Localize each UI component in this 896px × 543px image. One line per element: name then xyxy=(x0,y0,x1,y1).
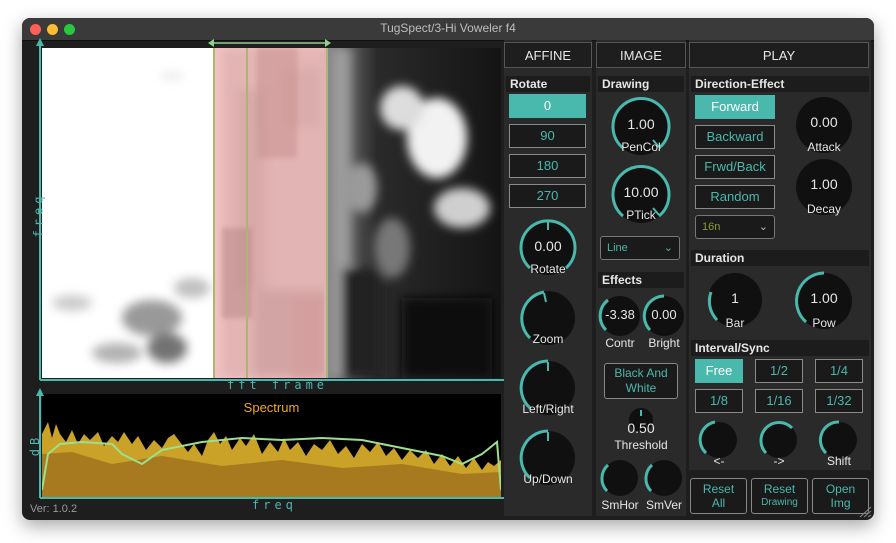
black-and-white-button[interactable]: Black And White xyxy=(604,363,678,399)
interval-eighth-button[interactable]: 1/8 xyxy=(695,389,743,413)
rotate-section-label: Rotate xyxy=(506,76,590,92)
pencol-knob[interactable]: 1.00 PenCol xyxy=(610,96,672,158)
drawing-section-label: Drawing xyxy=(598,76,684,92)
image-panel: IMAGE Drawing 1.00 PenCol 10.00 PTick Li… xyxy=(596,40,686,516)
left-right-knob[interactable]: Left/Right xyxy=(518,358,578,420)
interval-sync-section-label: Interval/Sync xyxy=(691,340,869,356)
duration-section-label: Duration xyxy=(691,250,869,266)
direction-section-label: Direction-Effect xyxy=(691,76,869,92)
window-title: TugSpect/3-Hi Voweler f4 xyxy=(380,21,516,35)
rotate-90-button[interactable]: 90 xyxy=(509,124,586,148)
threshold-knob[interactable]: 0.50 Threshold xyxy=(610,406,672,452)
rotate-180-button[interactable]: 180 xyxy=(509,154,586,178)
chevron-down-icon: ⌄ xyxy=(758,221,768,233)
forward-button[interactable]: Forward xyxy=(695,95,775,119)
shift-left-knob[interactable]: <- xyxy=(695,420,743,470)
app-window: TugSpect/3-Hi Voweler f4 freq fft frame … xyxy=(22,18,874,520)
play-panel: PLAY Direction-Effect Forward Backward F… xyxy=(689,40,871,470)
backward-button[interactable]: Backward xyxy=(695,125,775,149)
bw-button-line1: Black And xyxy=(614,366,668,380)
interval-sixteenth-button[interactable]: 1/16 xyxy=(755,389,803,413)
line-mode-value: Line xyxy=(607,242,628,254)
play-header: PLAY xyxy=(689,42,869,68)
rotate-0-button[interactable]: 0 xyxy=(509,94,586,118)
resize-grip-icon[interactable] xyxy=(858,506,872,518)
affine-header: AFFINE xyxy=(504,42,592,68)
bw-button-line2: White xyxy=(625,381,657,395)
decay-knob[interactable]: 1.00 Decay xyxy=(793,156,855,218)
note-length-select[interactable]: 16n ⌄ xyxy=(695,215,775,239)
spectrum-x-axis-label: freq xyxy=(252,498,297,512)
reset-drawing-button[interactable]: Reset Drawing xyxy=(751,478,808,514)
zoom-knob[interactable]: Zoom xyxy=(518,288,578,350)
contrast-knob[interactable]: -3.38 Contr xyxy=(598,294,642,354)
image-y-axis-label: freq xyxy=(31,192,46,238)
reset-all-button[interactable]: Reset All xyxy=(690,478,747,514)
up-down-knob[interactable]: Up/Down xyxy=(518,428,578,490)
bright-knob[interactable]: 0.00 Bright xyxy=(642,294,686,354)
attack-knob[interactable]: 0.00 Attack xyxy=(793,94,855,156)
note-length-value: 16n xyxy=(702,221,721,233)
random-button[interactable]: Random xyxy=(695,185,775,209)
chevron-down-icon: ⌄ xyxy=(663,242,673,254)
pow-knob[interactable]: 1.00 Pow xyxy=(793,270,855,332)
affine-panel: AFFINE Rotate 0 90 180 270 0.00 Rotate Z… xyxy=(504,40,592,516)
version-label: Ver: 1.0.2 xyxy=(30,503,78,515)
rotate-270-button[interactable]: 270 xyxy=(509,184,586,208)
image-axes xyxy=(36,38,518,384)
spectrum-axes xyxy=(36,388,518,502)
forward-back-button[interactable]: Frwd/Back xyxy=(695,155,775,179)
interval-thirty-second-button[interactable]: 1/32 xyxy=(815,389,863,413)
ptick-knob[interactable]: 10.00 PTick xyxy=(610,164,672,226)
image-header: IMAGE xyxy=(596,42,686,68)
shift-right-knob[interactable]: -> xyxy=(755,420,803,470)
rotate-knob[interactable]: 0.00 Rotate xyxy=(518,218,578,280)
smooth-vertical-knob[interactable]: SmVer xyxy=(642,458,686,516)
interval-half-button[interactable]: 1/2 xyxy=(755,359,803,383)
line-mode-select[interactable]: Line ⌄ xyxy=(600,236,680,260)
shift-knob[interactable]: Shift xyxy=(815,420,863,470)
effects-section-label: Effects xyxy=(598,272,684,288)
smooth-horizontal-knob[interactable]: SmHor xyxy=(598,458,642,516)
interval-free-button[interactable]: Free xyxy=(695,359,743,383)
interval-quarter-button[interactable]: 1/4 xyxy=(815,359,863,383)
spectrum-y-axis-label: dB xyxy=(28,433,43,457)
bar-knob[interactable]: 1 Bar xyxy=(705,270,765,332)
